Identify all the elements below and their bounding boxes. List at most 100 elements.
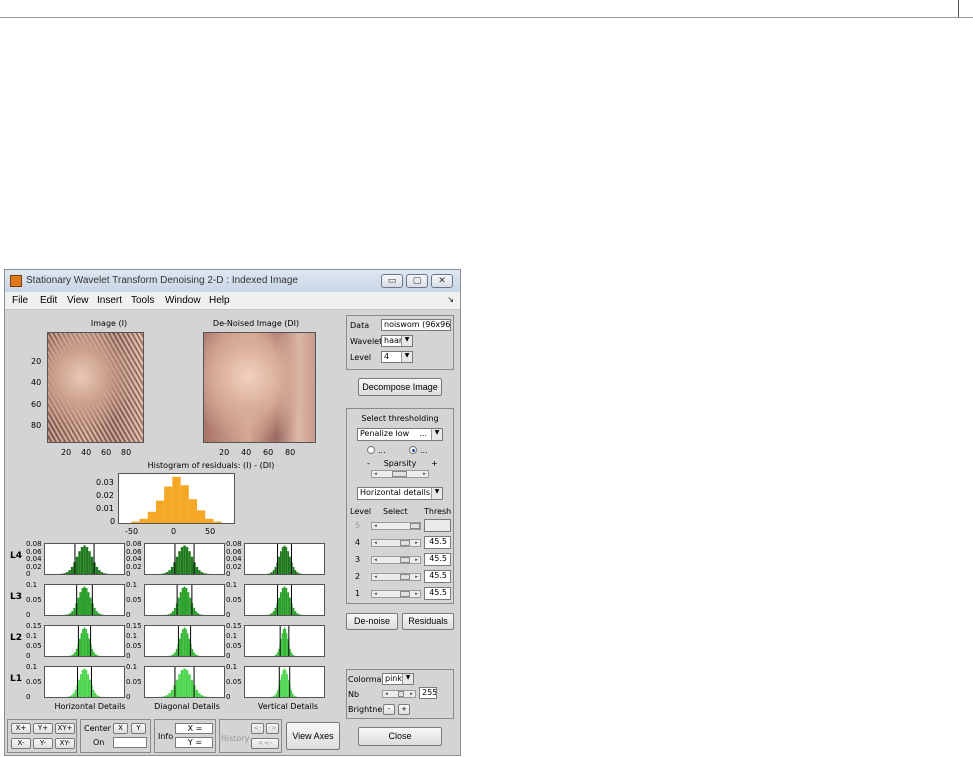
detail-histogram-bar bbox=[200, 572, 204, 574]
menu-tools[interactable]: Tools bbox=[131, 295, 154, 306]
menu-dock-arrow-icon[interactable]: ↘ bbox=[447, 295, 454, 304]
view-axes-button[interactable]: View Axes bbox=[286, 722, 340, 750]
detail-histogram[interactable] bbox=[44, 666, 125, 698]
zoom-y-out-button[interactable]: Y- bbox=[33, 738, 53, 749]
sparsity-slider[interactable]: ◂ ▸ bbox=[371, 470, 429, 478]
detail-histogram[interactable] bbox=[144, 584, 225, 616]
detail-histogram[interactable] bbox=[44, 543, 125, 575]
detail-histogram-bar bbox=[281, 588, 284, 615]
slider-thumb[interactable] bbox=[400, 591, 410, 597]
level-threshold-field[interactable] bbox=[424, 519, 451, 532]
brightness-decrease-button[interactable]: - bbox=[383, 704, 395, 715]
slider-right-arrow-icon[interactable]: ▸ bbox=[421, 470, 428, 478]
center-x-button[interactable]: X bbox=[113, 723, 128, 734]
detail-histogram[interactable] bbox=[244, 666, 325, 698]
detail-histogram-bar bbox=[186, 633, 189, 656]
colormap-select[interactable]: pink ▼ bbox=[382, 673, 414, 685]
slider-thumb[interactable] bbox=[410, 523, 420, 529]
slider-thumb[interactable] bbox=[398, 691, 404, 697]
menu-help[interactable]: Help bbox=[209, 295, 230, 306]
detail-histogram[interactable] bbox=[144, 543, 225, 575]
level-threshold-field[interactable]: 45.5 bbox=[424, 570, 451, 583]
detail-histogram-bar bbox=[168, 693, 171, 697]
menu-view[interactable]: View bbox=[67, 295, 89, 306]
decompose-image-button[interactable]: Decompose Image bbox=[358, 378, 442, 396]
slider-left-arrow-icon[interactable]: ◂ bbox=[372, 590, 379, 598]
close-window-button[interactable]: ✕ bbox=[431, 274, 453, 288]
denoised-image[interactable] bbox=[203, 332, 316, 443]
slider-thumb[interactable] bbox=[400, 557, 410, 563]
zoom-x-in-button[interactable]: X+ bbox=[11, 723, 31, 734]
slider-thumb[interactable] bbox=[400, 574, 410, 580]
menu-file[interactable]: File bbox=[12, 295, 28, 306]
level-threshold-slider[interactable]: ◂ ▸ bbox=[371, 539, 421, 547]
original-image[interactable] bbox=[47, 332, 144, 443]
slider-right-arrow-icon[interactable]: ▸ bbox=[413, 556, 420, 564]
minimize-button[interactable]: ▭ bbox=[381, 274, 403, 288]
detail-histogram-bar bbox=[180, 670, 184, 697]
detail-direction-select[interactable]: Horizontal details... ▼ bbox=[357, 487, 443, 500]
detail-histogram-bar bbox=[96, 655, 98, 656]
maximize-button[interactable]: ▢ bbox=[406, 274, 428, 288]
wavelet-select[interactable]: haar ▼ bbox=[381, 335, 413, 347]
slider-left-arrow-icon[interactable]: ◂ bbox=[372, 539, 379, 547]
detail-histogram[interactable] bbox=[144, 625, 225, 657]
detail-histogram[interactable] bbox=[144, 666, 225, 698]
detail-histogram-bar bbox=[275, 693, 278, 697]
level-threshold-field[interactable]: 45.5 bbox=[424, 587, 451, 600]
detail-y-tick: 0 bbox=[26, 570, 31, 578]
slider-right-arrow-icon[interactable]: ▸ bbox=[413, 573, 420, 581]
data-panel: Data noiswom (96x96) Wavelet haar ▼ Leve… bbox=[346, 315, 454, 370]
residuals-histogram[interactable] bbox=[118, 473, 235, 524]
level-select[interactable]: 4 ▼ bbox=[381, 351, 413, 363]
slider-thumb[interactable] bbox=[400, 540, 410, 546]
menu-edit[interactable]: Edit bbox=[40, 295, 57, 306]
denoise-button[interactable]: De-noise bbox=[346, 613, 398, 630]
slider-left-arrow-icon[interactable]: ◂ bbox=[372, 522, 379, 530]
slider-left-arrow-icon[interactable]: ◂ bbox=[383, 690, 390, 698]
threshold-method-select[interactable]: Penalize low ... ▼ bbox=[357, 428, 443, 441]
level-threshold-slider[interactable]: ◂ ▸ bbox=[371, 590, 421, 598]
slider-left-arrow-icon[interactable]: ◂ bbox=[372, 556, 379, 564]
nb-colors-slider[interactable]: ◂ ▸ bbox=[382, 690, 416, 698]
brightness-increase-button[interactable]: + bbox=[398, 704, 410, 715]
slider-thumb[interactable] bbox=[392, 471, 407, 477]
zoom-xy-in-button[interactable]: XY+ bbox=[55, 723, 75, 734]
close-button[interactable]: Close bbox=[358, 727, 442, 746]
center-y-button[interactable]: Y bbox=[131, 723, 146, 734]
level-threshold-field[interactable]: 45.5 bbox=[424, 553, 451, 566]
slider-right-arrow-icon[interactable]: ▸ bbox=[413, 539, 420, 547]
detail-histogram[interactable] bbox=[244, 625, 325, 657]
slider-left-arrow-icon[interactable]: ◂ bbox=[372, 573, 379, 581]
center-on-field bbox=[113, 737, 147, 748]
radio-option-1[interactable] bbox=[367, 446, 375, 454]
nb-colors-field[interactable]: 255 bbox=[419, 687, 437, 699]
level-threshold-slider[interactable]: ◂ ▸ bbox=[371, 573, 421, 581]
detail-histogram-bar bbox=[70, 566, 74, 574]
detail-histogram-bar bbox=[85, 547, 89, 574]
image-y-tick: 60 bbox=[31, 400, 42, 409]
menu-insert[interactable]: Insert bbox=[97, 295, 122, 306]
detail-histogram[interactable] bbox=[244, 584, 325, 616]
slider-left-arrow-icon[interactable]: ◂ bbox=[372, 470, 379, 478]
detail-histogram[interactable] bbox=[244, 543, 325, 575]
menu-window[interactable]: Window bbox=[165, 295, 201, 306]
level-threshold-slider[interactable]: ◂ bbox=[371, 522, 421, 530]
history-forward-button[interactable]: -> bbox=[266, 723, 279, 734]
detail-histogram[interactable] bbox=[44, 625, 125, 657]
slider-right-arrow-icon[interactable]: ▸ bbox=[408, 690, 415, 698]
zoom-xy-out-button[interactable]: XY- bbox=[55, 738, 75, 749]
detail-histogram[interactable] bbox=[44, 584, 125, 616]
colormap-panel: Colormap pink ▼ Nb ◂ ▸ 255 Brightne - + bbox=[346, 669, 454, 719]
history-back-button[interactable]: <- bbox=[251, 723, 264, 734]
zoom-x-out-button[interactable]: X- bbox=[11, 738, 31, 749]
residuals-button[interactable]: Residuals bbox=[402, 613, 454, 630]
history-first-button[interactable]: <<- bbox=[251, 738, 279, 749]
detail-histogram-bar bbox=[85, 670, 88, 697]
slider-right-arrow-icon[interactable]: ▸ bbox=[413, 590, 420, 598]
radio-option-2[interactable] bbox=[409, 446, 417, 454]
level-threshold-field[interactable]: 45.5 bbox=[424, 536, 451, 549]
zoom-y-in-button[interactable]: Y+ bbox=[33, 723, 53, 734]
detail-histogram-bar bbox=[163, 573, 166, 574]
level-threshold-slider[interactable]: ◂ ▸ bbox=[371, 556, 421, 564]
